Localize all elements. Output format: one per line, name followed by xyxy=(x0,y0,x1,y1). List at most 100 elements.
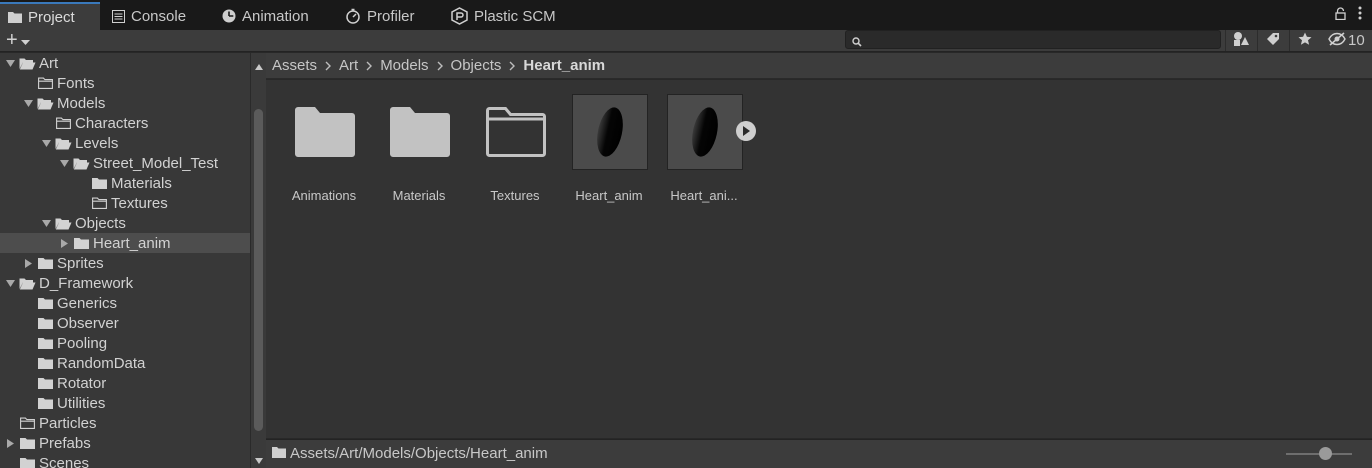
search-icon xyxy=(852,34,862,50)
folder-icon xyxy=(8,11,22,23)
folder-icon xyxy=(90,173,108,193)
chevron-right-icon xyxy=(430,61,450,71)
tree-item-pooling[interactable]: Pooling xyxy=(0,333,250,353)
chevron-right-icon xyxy=(318,61,338,71)
tree-item-art[interactable]: Art xyxy=(0,53,250,73)
tree-item-models[interactable]: Models xyxy=(0,93,250,113)
tree-item-textures[interactable]: Textures xyxy=(0,193,250,213)
folder-icon xyxy=(18,453,36,468)
window-controls xyxy=(1335,6,1362,23)
tab-plastic-scm[interactable]: Plastic SCM xyxy=(451,2,556,30)
tree-item-heart-anim[interactable]: Heart_anim xyxy=(0,233,250,253)
expanded-arrow-icon[interactable] xyxy=(38,133,54,153)
asset-label: Heart_anim xyxy=(575,188,643,203)
tree-item-scenes[interactable]: Scenes xyxy=(0,453,250,468)
hidden-packages-toggle[interactable]: 10 xyxy=(1328,30,1365,51)
tree-item-label: Art xyxy=(39,54,59,72)
tree-item-label: Pooling xyxy=(57,334,108,352)
scroll-down-arrow-icon[interactable] xyxy=(255,451,263,467)
search-by-type-button[interactable] xyxy=(1225,30,1255,51)
model-preview-icon xyxy=(667,94,743,170)
search-input[interactable] xyxy=(845,30,1221,49)
tree-item-rotator[interactable]: Rotator xyxy=(0,373,250,393)
tree-item-label: Objects xyxy=(75,214,126,232)
tab-label: Animation xyxy=(242,7,309,25)
tree-scrollbar[interactable] xyxy=(250,53,266,468)
tag-icon xyxy=(1266,32,1280,49)
tree-item-sprites[interactable]: Sprites xyxy=(0,253,250,273)
asset-item-folder[interactable]: Animations xyxy=(277,94,371,203)
tab-console[interactable]: Console xyxy=(112,2,186,30)
collapsed-arrow-icon[interactable] xyxy=(2,433,18,453)
expanded-arrow-icon[interactable] xyxy=(20,93,36,113)
no-arrow xyxy=(20,333,36,353)
no-arrow xyxy=(20,353,36,373)
tree-item-characters[interactable]: Characters xyxy=(0,113,250,133)
tree-item-randomdata[interactable]: RandomData xyxy=(0,353,250,373)
tree-item-fonts[interactable]: Fonts xyxy=(0,73,250,93)
dropdown-arrow-icon xyxy=(20,31,30,49)
breadcrumb-current[interactable]: Heart_anim xyxy=(522,57,606,74)
breadcrumb-item[interactable]: Models xyxy=(379,57,429,74)
no-arrow xyxy=(2,413,18,433)
tab-animation[interactable]: Animation xyxy=(222,2,309,30)
path-footer: Assets/Art/Models/Objects/Heart_anim xyxy=(266,439,1372,468)
tree-item-label: Street_Model_Test xyxy=(93,154,219,172)
asset-item-folder[interactable]: Materials xyxy=(372,94,466,203)
open-folder-icon xyxy=(18,273,36,293)
tree-item-d-framework[interactable]: D_Framework xyxy=(0,273,250,293)
empty-folder-icon xyxy=(478,94,554,170)
breadcrumb: Assets Art Models Objects Heart_anim xyxy=(266,53,1372,79)
tab-project[interactable]: Project xyxy=(0,2,100,30)
star-icon xyxy=(1298,32,1312,49)
empty-folder-icon xyxy=(36,73,54,93)
project-toolbar: + 10 xyxy=(0,30,1372,52)
tree-item-particles[interactable]: Particles xyxy=(0,413,250,433)
no-arrow xyxy=(20,373,36,393)
eye-slash-icon xyxy=(1328,31,1346,50)
breadcrumb-item[interactable]: Assets xyxy=(271,57,318,74)
breadcrumb-item[interactable]: Art xyxy=(338,57,359,74)
asset-item-model[interactable]: Heart_ani... xyxy=(657,94,751,203)
collapsed-arrow-icon[interactable] xyxy=(20,253,36,273)
tree-item-materials[interactable]: Materials xyxy=(0,173,250,193)
asset-item-model[interactable]: Heart_anim xyxy=(562,94,656,203)
tree-item-utilities[interactable]: Utilities xyxy=(0,393,250,413)
tree-item-observer[interactable]: Observer xyxy=(0,313,250,333)
tab-label: Profiler xyxy=(367,7,415,25)
tree-item-label: Materials xyxy=(111,174,172,192)
tab-profiler[interactable]: Profiler xyxy=(345,2,415,30)
footer-path-text: Assets/Art/Models/Objects/Heart_anim xyxy=(290,445,548,462)
tree-item-objects[interactable]: Objects xyxy=(0,213,250,233)
scrollbar-thumb[interactable] xyxy=(254,109,263,431)
asset-label: Materials xyxy=(392,188,446,203)
tree-item-street-model-test[interactable]: Street_Model_Test xyxy=(0,153,250,173)
plastic-scm-icon xyxy=(451,7,468,25)
tree-item-prefabs[interactable]: Prefabs xyxy=(0,433,250,453)
folder-icon xyxy=(36,373,54,393)
folder-icon xyxy=(36,313,54,333)
folder-icon xyxy=(382,94,458,170)
expand-asset-button[interactable] xyxy=(736,121,756,141)
expanded-arrow-icon[interactable] xyxy=(2,53,18,73)
breadcrumb-item[interactable]: Objects xyxy=(450,57,503,74)
tab-label: Plastic SCM xyxy=(474,7,556,25)
collapsed-arrow-icon[interactable] xyxy=(56,233,72,253)
no-arrow xyxy=(20,293,36,313)
tree-item-generics[interactable]: Generics xyxy=(0,293,250,313)
expanded-arrow-icon[interactable] xyxy=(38,213,54,233)
create-asset-button[interactable]: + xyxy=(6,30,30,50)
menu-dots-icon[interactable] xyxy=(1358,6,1362,23)
asset-label: Heart_ani... xyxy=(670,188,738,203)
folder-tree: Art Fonts Models Characters Levels Street_Mod… xyxy=(0,53,250,468)
expanded-arrow-icon[interactable] xyxy=(56,153,72,173)
tree-item-levels[interactable]: Levels xyxy=(0,133,250,153)
search-by-label-button[interactable] xyxy=(1257,30,1287,51)
icon-size-slider-handle[interactable] xyxy=(1319,447,1332,460)
favorites-button[interactable] xyxy=(1289,30,1319,51)
no-arrow xyxy=(38,113,54,133)
lock-icon[interactable] xyxy=(1335,6,1346,23)
asset-item-folder[interactable]: Textures xyxy=(468,94,562,203)
scroll-up-arrow-icon[interactable] xyxy=(255,57,263,73)
expanded-arrow-icon[interactable] xyxy=(2,273,18,293)
